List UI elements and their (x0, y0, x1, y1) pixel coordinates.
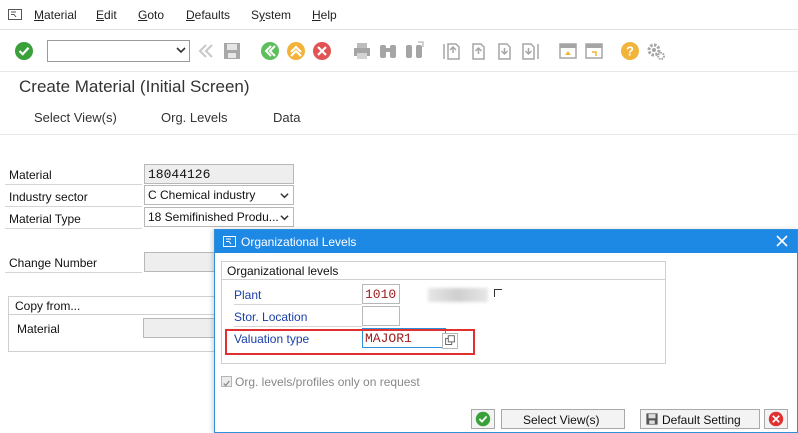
value-help-icon[interactable] (442, 333, 458, 349)
select-views-dialog-button[interactable]: Select View(s) (501, 409, 625, 429)
standard-toolbar: ? (0, 30, 798, 72)
find-next-icon[interactable] (404, 41, 424, 61)
save-icon (646, 413, 658, 425)
back-double-arrow-icon (198, 44, 213, 58)
copy-from-group: Copy from... Material (8, 296, 218, 352)
org-levels-button[interactable]: Org. Levels (161, 110, 227, 125)
org-levels-dialog: Organizational Levels Organizational lev… (214, 229, 798, 433)
select-views-button[interactable]: Select View(s) (34, 110, 117, 125)
divider (9, 314, 217, 315)
continue-button[interactable] (471, 409, 495, 429)
dialog-title-bar: Organizational Levels (215, 230, 797, 253)
page-title: Create Material (Initial Screen) (19, 77, 250, 96)
default-setting-label: Default Setting (662, 413, 741, 427)
command-field[interactable] (47, 40, 190, 62)
industry-sector-value: C Chemical industry (148, 188, 256, 202)
menu-system[interactable]: System (251, 8, 291, 22)
menu-defaults[interactable]: Defaults (186, 8, 230, 22)
chevron-down-icon[interactable] (280, 213, 289, 222)
cancel-icon (768, 411, 784, 427)
plant-field[interactable]: 1010 (362, 284, 400, 304)
create-shortcut-icon[interactable] (584, 41, 604, 61)
dialog-menu-icon[interactable] (223, 236, 236, 247)
cursor-mark (494, 289, 502, 297)
material-type-value: 18 Semifinished Produ... (148, 210, 279, 224)
next-page-icon[interactable] (494, 41, 514, 61)
divider (234, 304, 362, 305)
last-page-icon[interactable] (520, 41, 540, 61)
copy-material-label: Material (17, 322, 60, 336)
material-type-select[interactable]: 18 Semifinished Produ... (144, 207, 294, 227)
divider (5, 272, 142, 273)
industry-sector-select[interactable]: C Chemical industry (144, 185, 294, 205)
industry-sector-label: Industry sector (9, 190, 88, 204)
data-button[interactable]: Data (273, 110, 300, 125)
storage-location-label: Stor. Location (234, 310, 308, 324)
chevron-down-icon[interactable] (280, 191, 289, 200)
material-field[interactable]: 18044126 (144, 164, 294, 184)
material-type-label: Material Type (9, 212, 81, 226)
new-session-icon[interactable] (558, 41, 578, 61)
org-levels-on-request-checkbox[interactable] (221, 376, 232, 387)
org-levels-on-request-label: Org. levels/profiles only on request (235, 375, 420, 389)
close-icon[interactable] (775, 234, 789, 248)
storage-location-field[interactable] (362, 306, 400, 326)
divider (5, 184, 142, 185)
cancel-icon[interactable] (312, 41, 332, 61)
cancel-dialog-button[interactable] (764, 409, 788, 429)
org-levels-group-title: Organizational levels (222, 262, 665, 280)
change-number-field[interactable] (144, 252, 216, 272)
plant-description-blurred (428, 288, 488, 302)
select-views-dialog-label: Select View(s) (523, 413, 600, 427)
back-icon[interactable] (260, 41, 280, 61)
exit-icon[interactable] (286, 41, 306, 61)
valuation-type-highlight (225, 329, 475, 355)
menu-help[interactable]: Help (312, 8, 337, 22)
menu-goto[interactable]: Goto (138, 8, 164, 22)
enter-icon[interactable] (14, 41, 34, 61)
save-icon[interactable] (222, 41, 242, 61)
chevron-down-icon[interactable] (176, 45, 186, 55)
default-setting-button[interactable]: Default Setting (640, 409, 760, 429)
plant-label: Plant (234, 288, 262, 302)
copy-material-field[interactable] (143, 318, 217, 338)
svg-text:?: ? (626, 44, 634, 59)
find-icon[interactable] (378, 41, 398, 61)
application-toolbar: Select View(s) Org. Levels Data (0, 101, 798, 135)
divider (5, 206, 142, 207)
menu-material[interactable]: Material (34, 8, 77, 22)
checkmark-icon (475, 411, 491, 427)
print-icon[interactable] (352, 41, 372, 61)
material-label: Material (9, 168, 52, 182)
settings-gear-icon[interactable] (646, 41, 666, 61)
previous-page-icon[interactable] (468, 41, 488, 61)
menu-bar: Material Edit Goto Defaults System Help (0, 0, 798, 30)
dialog-title: Organizational Levels (241, 235, 357, 249)
help-icon[interactable]: ? (620, 41, 640, 61)
first-page-icon[interactable] (442, 41, 462, 61)
change-number-label: Change Number (9, 256, 98, 270)
copy-from-title: Copy from... (15, 299, 81, 313)
divider (234, 326, 362, 327)
menu-edit[interactable]: Edit (96, 8, 117, 22)
divider (5, 228, 142, 229)
menu-options-icon[interactable] (8, 9, 22, 20)
